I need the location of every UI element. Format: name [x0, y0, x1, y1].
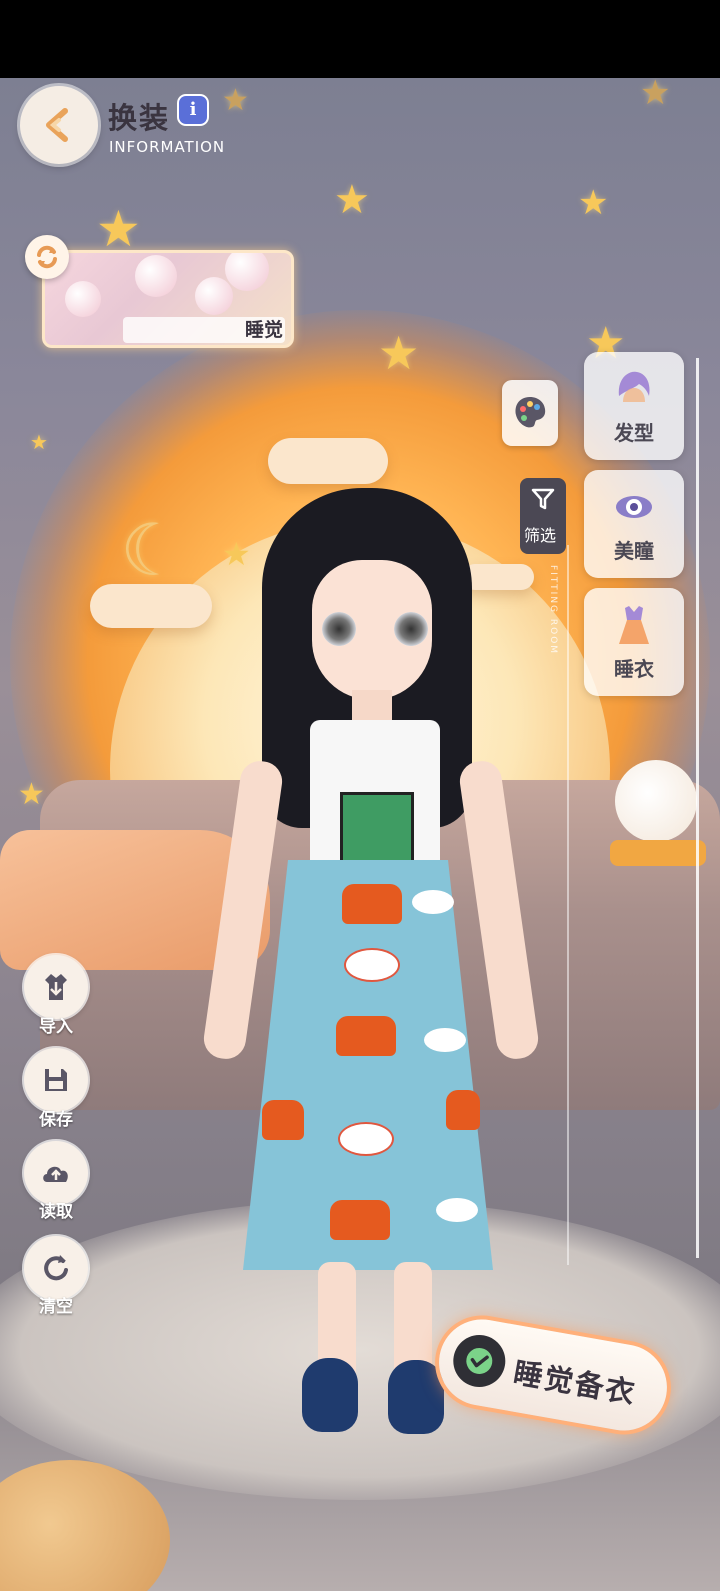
- save-button[interactable]: [24, 1048, 88, 1112]
- page-subtitle: INFORMATION: [109, 138, 226, 156]
- save-icon: [45, 1069, 67, 1091]
- import-icon: [45, 974, 67, 1000]
- moon-decoration: ☾: [120, 508, 185, 592]
- confirm-label: 睡觉备衣: [510, 1355, 639, 1411]
- cloud-decoration: [268, 438, 388, 484]
- load-button[interactable]: [24, 1141, 88, 1205]
- pajama-top-patch: [340, 792, 414, 866]
- star-decoration: ★: [378, 326, 420, 380]
- fox-print: [330, 1200, 390, 1240]
- category-label: 美瞳: [614, 539, 654, 563]
- food-plate-print: [338, 1122, 394, 1156]
- category-pajamas[interactable]: 睡衣: [584, 588, 684, 696]
- filter-button[interactable]: 筛选: [520, 478, 566, 554]
- inner-rail: [567, 545, 569, 1265]
- food-plate-print: [344, 948, 400, 982]
- lamp: [615, 760, 697, 842]
- scene-card-label: 睡觉: [244, 319, 283, 341]
- character-right-shoe: [388, 1360, 444, 1434]
- check-icon: [449, 1330, 510, 1392]
- star-decoration: ★: [18, 777, 45, 812]
- refresh-icon: [37, 245, 57, 269]
- star-decoration: ★: [334, 177, 370, 223]
- bulb-decoration: [225, 253, 269, 291]
- contact-lens-icon: [616, 496, 652, 518]
- star-decoration: ★: [222, 535, 251, 573]
- star-decoration: ★: [222, 83, 249, 118]
- info-icon[interactable]: i: [179, 96, 207, 124]
- speech-bubble-print: [424, 1028, 466, 1052]
- fox-print: [342, 884, 402, 924]
- scroll-rail: [696, 358, 699, 1258]
- bulb-decoration: [65, 281, 101, 317]
- load-icon: [43, 1166, 68, 1182]
- fitting-room-caption: FITTING ROOM: [548, 565, 558, 656]
- category-label: 发型: [614, 421, 654, 445]
- bulb-decoration: [135, 255, 177, 297]
- back-button[interactable]: [20, 86, 98, 164]
- palette-icon: [515, 397, 546, 428]
- character-left-shoe: [302, 1358, 358, 1432]
- fox-print: [336, 1016, 396, 1056]
- speech-bubble-print: [412, 890, 454, 914]
- import-button[interactable]: [24, 955, 88, 1019]
- star-decoration: ★: [640, 78, 671, 113]
- floor-cushion: [0, 1460, 170, 1591]
- fox-print: [262, 1100, 304, 1140]
- pajamas-icon: [619, 606, 649, 644]
- star-decoration: ★: [30, 430, 48, 454]
- star-decoration: ★: [578, 183, 609, 223]
- cloud-decoration: [462, 564, 534, 590]
- status-bar: [0, 0, 720, 78]
- speech-bubble-print: [436, 1198, 478, 1222]
- filter-label: 筛选: [524, 526, 557, 545]
- category-hairstyle[interactable]: 发型: [584, 352, 684, 460]
- clear-icon: [44, 1255, 68, 1281]
- hairstyle-icon: [618, 371, 650, 402]
- bulb-decoration: [195, 277, 233, 315]
- filter-icon: [531, 488, 555, 510]
- character-right-eye: [394, 612, 428, 646]
- clear-button[interactable]: [24, 1236, 88, 1300]
- import-label: 导入: [39, 1017, 73, 1037]
- page-title: 换装: [108, 101, 171, 135]
- refresh-scene-button[interactable]: [25, 235, 69, 279]
- load-label: 读取: [39, 1202, 73, 1222]
- character-left-eye: [322, 612, 356, 646]
- category-contact-lens[interactable]: 美瞳: [584, 470, 684, 578]
- clear-label: 清空: [39, 1297, 73, 1317]
- save-label: 保存: [39, 1110, 73, 1130]
- category-label: 睡衣: [614, 657, 654, 681]
- lamp-base: [610, 840, 706, 866]
- back-arrow-icon: [46, 108, 68, 142]
- scene-card[interactable]: 睡觉: [42, 250, 294, 348]
- color-palette-button[interactable]: [502, 380, 558, 446]
- star-decoration: ★: [96, 200, 141, 258]
- fox-print: [446, 1090, 480, 1130]
